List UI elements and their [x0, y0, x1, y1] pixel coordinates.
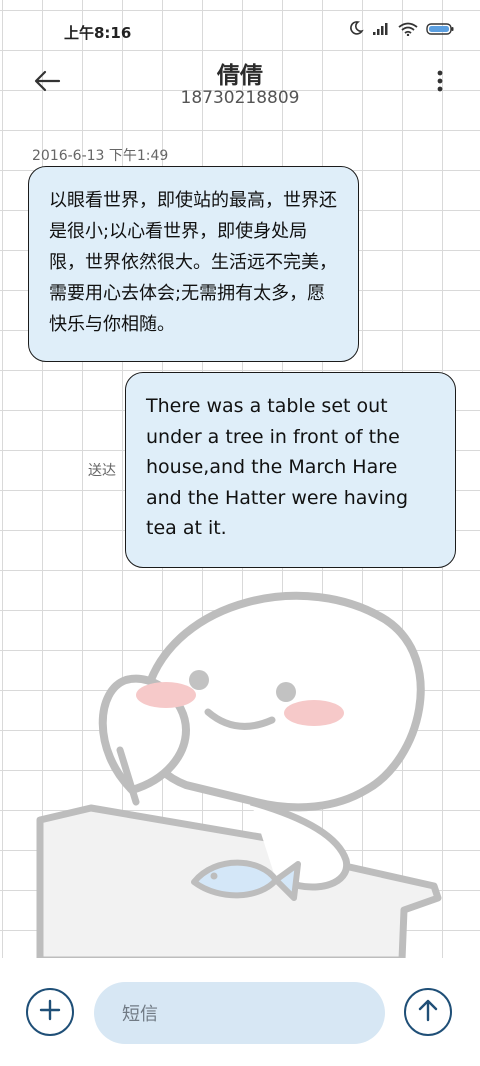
- message-timestamp: 2016-6-13 下午1:49: [32, 148, 169, 164]
- outgoing-message-bubble[interactable]: There was a table set out under a tree i…: [125, 372, 456, 568]
- moon-icon: [348, 20, 364, 40]
- add-attachment-button[interactable]: [26, 988, 74, 1036]
- more-options-button[interactable]: [430, 66, 450, 100]
- signal-icon: [372, 21, 390, 40]
- status-icons: [348, 20, 454, 40]
- conversation-header: 倩倩 18730218809: [0, 50, 480, 130]
- contact-number: 18730218809: [180, 88, 300, 108]
- battery-icon: [426, 21, 454, 40]
- message-input[interactable]: 短信: [94, 982, 385, 1044]
- arrow-up-icon: [417, 998, 439, 1026]
- background-sticker: [36, 580, 446, 964]
- delivery-status: 送达: [88, 463, 116, 479]
- wifi-icon: [398, 21, 418, 40]
- contact-name: 倩倩: [217, 63, 263, 89]
- plus-icon: [39, 999, 61, 1025]
- message-input-placeholder: 短信: [122, 1004, 158, 1025]
- more-vertical-icon: [437, 69, 443, 97]
- send-button[interactable]: [404, 988, 452, 1036]
- compose-bar: 短信: [0, 958, 480, 1066]
- status-time: 上午8:16: [64, 24, 132, 42]
- incoming-message-bubble[interactable]: 以眼看世界，即使站的最高，世界还是很小;以心看世界，即使身处局限，世界依然很大。…: [28, 166, 359, 362]
